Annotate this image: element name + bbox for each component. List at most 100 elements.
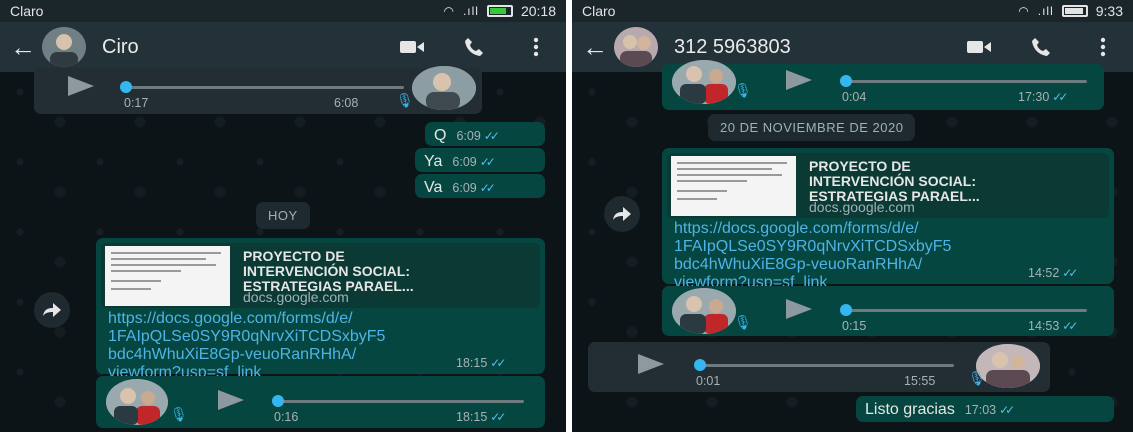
- audio-progress-knob[interactable]: [694, 359, 706, 371]
- sender-photo: [672, 288, 736, 334]
- message-time: 6:09: [452, 155, 477, 169]
- time-label: 18:15: [456, 410, 488, 424]
- link-url[interactable]: https://docs.google.com/forms/d/e/ 1FAIp…: [674, 220, 951, 292]
- audio-message[interactable]: 🎙 0:15 14:53 ✓✓: [662, 286, 1114, 336]
- play-icon[interactable]: [68, 76, 94, 96]
- message-text: Listo gracias: [865, 401, 955, 418]
- link-title-line: PROYECTO DE: [809, 158, 911, 174]
- play-icon[interactable]: [786, 70, 812, 90]
- link-url-line[interactable]: bdc4hWhuXiE8Gp-veuoRanRHhA/: [108, 346, 385, 364]
- link-url-line[interactable]: 1FAIpQLSe0SY9R0qNrvXiTCDSxbyF5: [108, 328, 385, 346]
- audio-message[interactable]: 0:17 6:08 🎙: [34, 66, 482, 114]
- audio-progress-knob[interactable]: [272, 395, 284, 407]
- battery-icon: [486, 5, 513, 17]
- message-time: 6:09: [452, 181, 477, 195]
- link-title-line: PROYECTO DE: [243, 248, 345, 264]
- date-divider: 20 DE NOVIEMBRE DE 2020: [708, 114, 916, 141]
- link-url[interactable]: https://docs.google.com/forms/d/e/ 1FAIp…: [108, 310, 385, 382]
- link-preview[interactable]: PROYECTO DE INTERVENCIÓN SOCIAL: ESTRATE…: [667, 153, 1109, 218]
- message-bubble[interactable]: Ya 6:09 ✓✓: [415, 148, 545, 172]
- link-title-line: INTERVENCIÓN SOCIAL:: [243, 263, 410, 279]
- audio-message[interactable]: 🎙 0:16 18:15 ✓✓: [96, 376, 545, 428]
- chat-header: ← Ciro: [0, 22, 566, 72]
- message-time: 6:09: [456, 129, 481, 143]
- audio-track[interactable]: [124, 86, 404, 89]
- phone-call-icon[interactable]: [1021, 32, 1061, 62]
- link-preview[interactable]: PROYECTO DE INTERVENCIÓN SOCIAL: ESTRATE…: [101, 243, 540, 308]
- left-phone-screen: Claro ◠ .ıll 20:18 ← Ciro 0:17 6:08 🎙 Q …: [0, 0, 566, 432]
- video-call-icon[interactable]: [959, 32, 999, 62]
- message-text: Va: [424, 179, 443, 196]
- double-check-icon: ✓✓: [1052, 90, 1068, 104]
- link-title: PROYECTO DE INTERVENCIÓN SOCIAL: ESTRATE…: [809, 159, 1109, 204]
- audio-progress-knob[interactable]: [840, 75, 852, 87]
- message-bubble[interactable]: Listo gracias 17:03 ✓✓: [856, 396, 1114, 422]
- message-time: 14:53 ✓✓: [1028, 319, 1078, 333]
- forward-icon[interactable]: [34, 292, 70, 328]
- back-arrow-icon[interactable]: ←: [582, 32, 610, 63]
- forward-icon[interactable]: [604, 196, 640, 232]
- audio-duration: 0:16: [274, 410, 299, 424]
- double-check-icon: ✓✓: [479, 155, 496, 169]
- signal-icon: .ıll: [1037, 4, 1054, 18]
- microphone-icon: 🎙: [968, 370, 986, 386]
- link-thumbnail: [105, 246, 230, 306]
- contact-name[interactable]: 312 5963803: [674, 36, 937, 59]
- audio-progress-knob[interactable]: [120, 81, 132, 93]
- more-options-icon[interactable]: [516, 32, 556, 62]
- message-text: Q: [434, 127, 447, 144]
- audio-track[interactable]: [274, 400, 524, 403]
- audio-progress-knob[interactable]: [840, 304, 852, 316]
- signal-icon: .ıll: [462, 4, 479, 18]
- chat-area[interactable]: 🎙 0:04 17:30 ✓✓ 20 DE NOVIEMBRE DE 2020 P…: [572, 60, 1133, 432]
- audio-track[interactable]: [842, 80, 1087, 83]
- phone-call-icon[interactable]: [454, 32, 494, 62]
- play-icon[interactable]: [786, 299, 812, 319]
- clock: 9:33: [1095, 3, 1123, 19]
- message-time: 14:52 ✓✓: [1028, 266, 1078, 280]
- microphone-icon: 🎙: [734, 82, 752, 98]
- back-arrow-icon[interactable]: ←: [10, 32, 38, 63]
- link-url-line[interactable]: https://docs.google.com/forms/d/e/: [674, 220, 951, 238]
- link-title-line: INTERVENCIÓN SOCIAL:: [809, 173, 976, 189]
- double-check-icon: ✓✓: [483, 129, 500, 143]
- audio-track[interactable]: [842, 309, 1087, 312]
- audio-duration: 0:15: [842, 319, 867, 333]
- link-thumbnail: [671, 156, 796, 216]
- link-message[interactable]: PROYECTO DE INTERVENCIÓN SOCIAL: ESTRATE…: [96, 238, 545, 381]
- microphone-icon: 🎙: [396, 92, 414, 108]
- message-bubble[interactable]: Va 6:09 ✓✓: [415, 174, 545, 198]
- message-bubble[interactable]: Q 6:09 ✓✓: [425, 122, 545, 146]
- wifi-icon: ◠: [1018, 4, 1030, 18]
- play-icon[interactable]: [638, 354, 664, 374]
- link-url-line[interactable]: 1FAIpQLSe0SY9R0qNrvXiTCDSxbyF5: [674, 238, 951, 256]
- right-phone-screen: Claro ◠ .ıll 9:33 ← 312 5963803 🎙 0:04 1…: [572, 0, 1133, 432]
- carrier-label: Claro: [10, 3, 44, 19]
- contact-name[interactable]: Ciro: [102, 36, 370, 59]
- link-url-line[interactable]: bdc4hWhuXiE8Gp-veuoRanRHhA/: [674, 256, 951, 274]
- microphone-icon: 🎙: [734, 314, 752, 330]
- link-url-line[interactable]: https://docs.google.com/forms/d/e/: [108, 310, 385, 328]
- time-label: 18:15: [456, 356, 488, 370]
- message-time: 15:55: [904, 374, 936, 388]
- message-time: 17:30 ✓✓: [1018, 90, 1068, 104]
- video-call-icon[interactable]: [392, 32, 432, 62]
- chat-area[interactable]: 0:17 6:08 🎙 Q 6:09 ✓✓ Ya 6:09 ✓✓ Va 6:09…: [0, 66, 566, 432]
- more-options-icon[interactable]: [1083, 32, 1123, 62]
- date-divider: HOY: [256, 202, 310, 229]
- message-time: 18:15 ✓✓: [456, 410, 506, 424]
- link-message[interactable]: PROYECTO DE INTERVENCIÓN SOCIAL: ESTRATE…: [662, 148, 1114, 291]
- link-domain: docs.google.com: [243, 289, 349, 305]
- avatar[interactable]: [614, 27, 658, 67]
- double-check-icon: ✓✓: [999, 403, 1015, 417]
- double-check-icon: ✓✓: [490, 356, 506, 370]
- link-title: PROYECTO DE INTERVENCIÓN SOCIAL: ESTRATE…: [243, 249, 540, 294]
- message-text: Ya: [424, 153, 443, 170]
- audio-track[interactable]: [696, 364, 954, 367]
- audio-message[interactable]: 0:01 15:55 🎙: [588, 342, 1050, 392]
- message-time: 18:15 ✓✓: [456, 356, 506, 370]
- play-icon[interactable]: [218, 390, 244, 410]
- avatar[interactable]: [42, 27, 86, 67]
- audio-message[interactable]: 🎙 0:04 17:30 ✓✓: [662, 60, 1104, 110]
- microphone-icon: 🎙: [170, 406, 188, 422]
